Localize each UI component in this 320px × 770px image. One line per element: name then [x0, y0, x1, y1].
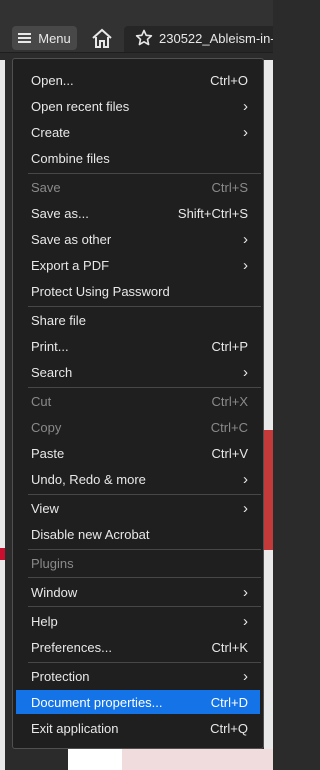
- top-toolbar: Menu 230522_Ableism-in-C: [0, 0, 273, 53]
- chevron-right-icon: ›: [243, 470, 248, 488]
- menu-item-exit[interactable]: Exit application Ctrl+Q: [16, 716, 260, 740]
- menu-item-label: Combine files: [31, 150, 110, 166]
- menu-item-create[interactable]: Create ›: [16, 120, 260, 144]
- menu-item-label: Preferences...: [31, 639, 112, 655]
- chevron-right-icon: ›: [243, 123, 248, 141]
- menu-item-protect-password[interactable]: Protect Using Password: [16, 279, 260, 303]
- menu-item-combine[interactable]: Combine files: [16, 146, 260, 170]
- menu-divider: [28, 577, 261, 578]
- document-page-edge: [0, 60, 5, 770]
- menu-item-shortcut: Ctrl+Q: [210, 720, 248, 736]
- menu-divider: [28, 549, 261, 550]
- menu-item-label: Cut: [31, 393, 52, 409]
- menu-item-label: Export a PDF: [31, 257, 110, 273]
- menu-item-label: View: [31, 500, 59, 516]
- home-icon[interactable]: [89, 26, 115, 52]
- menu-item-help[interactable]: Help ›: [16, 609, 260, 633]
- menu-item-label: Document properties...: [31, 694, 163, 710]
- menu-item-protection[interactable]: Protection ›: [16, 664, 260, 688]
- menu-item-label: Protect Using Password: [31, 283, 170, 299]
- menu-item-search[interactable]: Search ›: [16, 360, 260, 384]
- menu-item-shortcut: Ctrl+S: [211, 179, 248, 195]
- document-bottom: [68, 749, 122, 770]
- menu-item-label: Window: [31, 584, 78, 600]
- menu-item-shortcut: Ctrl+D: [210, 694, 248, 710]
- document-red-mark: [264, 430, 273, 550]
- menu-item-label: Copy: [31, 419, 62, 435]
- menu-item-preferences[interactable]: Preferences... Ctrl+K: [16, 635, 260, 659]
- menu-item-shortcut: Ctrl+X: [211, 393, 248, 409]
- menu-item-shortcut: Shift+Ctrl+S: [177, 205, 248, 221]
- document-red-mark: [0, 548, 5, 560]
- menu-item-shortcut: Ctrl+O: [210, 72, 248, 88]
- menu-item-label: Open...: [31, 72, 74, 88]
- menu-item-window[interactable]: Window ›: [16, 580, 260, 604]
- menu-divider: [28, 173, 261, 174]
- menu-item-label: Protection: [31, 668, 90, 684]
- menu-item-label: Save: [31, 179, 61, 195]
- hamburger-icon: [18, 33, 32, 43]
- menu-item-view[interactable]: View ›: [16, 496, 260, 520]
- chevron-right-icon: ›: [243, 612, 248, 630]
- menu-button[interactable]: Menu: [12, 26, 77, 50]
- menu-button-label: Menu: [38, 30, 71, 46]
- chevron-right-icon: ›: [243, 583, 248, 601]
- menu-item-label: Disable new Acrobat: [31, 526, 150, 542]
- menu-item-shortcut: Ctrl+K: [211, 639, 248, 655]
- chevron-right-icon: ›: [243, 363, 248, 381]
- menu-item-save-as[interactable]: Save as... Shift+Ctrl+S: [16, 201, 260, 225]
- chevron-right-icon: ›: [243, 230, 248, 248]
- menu-item-open-recent[interactable]: Open recent files ›: [16, 94, 260, 118]
- menu-item-undo-redo[interactable]: Undo, Redo & more ›: [16, 467, 260, 491]
- menu-item-print[interactable]: Print... Ctrl+P: [16, 334, 260, 358]
- menu-item-copy[interactable]: Copy Ctrl+C: [16, 415, 260, 439]
- acrobat-window: Menu 230522_Ableism-in-C Open... Ctrl+O …: [0, 0, 273, 770]
- menu-divider: [28, 662, 261, 663]
- menu-item-label: Exit application: [31, 720, 119, 736]
- chevron-right-icon: ›: [243, 97, 248, 115]
- menu-item-disable-new-acrobat[interactable]: Disable new Acrobat: [16, 522, 260, 546]
- menu-item-shortcut: Ctrl+V: [211, 445, 248, 461]
- menu-item-paste[interactable]: Paste Ctrl+V: [16, 441, 260, 465]
- menu-item-label: Create: [31, 124, 71, 140]
- menu-item-label: Paste: [31, 445, 65, 461]
- menu-item-label: Help: [31, 613, 58, 629]
- chevron-right-icon: ›: [243, 256, 248, 274]
- menu-item-document-properties[interactable]: Document properties... Ctrl+D: [16, 690, 260, 714]
- menu-item-share-file[interactable]: Share file: [16, 308, 260, 332]
- menu-item-label: Share file: [31, 312, 86, 328]
- tab-title: 230522_Ableism-in-C: [159, 31, 273, 46]
- star-icon[interactable]: [135, 29, 153, 47]
- chevron-right-icon: ›: [243, 667, 248, 685]
- document-bottom: [122, 749, 273, 770]
- menu-item-label: Save as...: [31, 205, 89, 221]
- menu-item-label: Search: [31, 364, 73, 380]
- menu-item-label: Print...: [31, 338, 69, 354]
- menu-item-label: Open recent files: [31, 98, 130, 114]
- menu-item-cut[interactable]: Cut Ctrl+X: [16, 389, 260, 413]
- menu-item-export-pdf[interactable]: Export a PDF ›: [16, 253, 260, 277]
- menu-item-label: Save as other: [31, 231, 112, 247]
- menu-item-plugins[interactable]: Plugins: [16, 551, 260, 575]
- menu-item-shortcut: Ctrl+P: [211, 338, 248, 354]
- menu-item-save-as-other[interactable]: Save as other ›: [16, 227, 260, 251]
- menu-divider: [28, 606, 261, 607]
- menu-divider: [28, 494, 261, 495]
- document-page-edge: [264, 60, 273, 770]
- menu-item-label: Undo, Redo & more: [31, 471, 146, 487]
- chevron-right-icon: ›: [243, 499, 248, 517]
- menu-divider: [28, 306, 261, 307]
- main-menu: Open... Ctrl+O Open recent files › Creat…: [12, 58, 264, 749]
- menu-divider: [28, 387, 261, 388]
- menu-item-label: Plugins: [31, 555, 74, 571]
- menu-item-shortcut: Ctrl+C: [210, 419, 248, 435]
- menu-item-open[interactable]: Open... Ctrl+O: [16, 68, 260, 92]
- menu-item-save[interactable]: Save Ctrl+S: [16, 175, 260, 199]
